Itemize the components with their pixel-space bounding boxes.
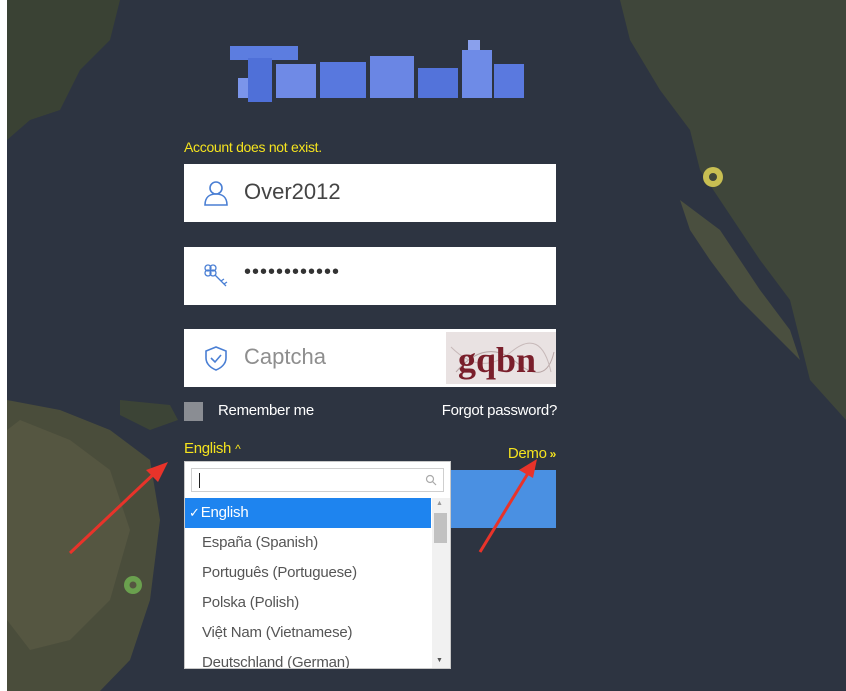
- text-cursor: [199, 473, 200, 488]
- password-value: ••••••••••••: [244, 261, 341, 283]
- error-message: Account does not exist.: [184, 139, 322, 155]
- demo-link[interactable]: Demo»: [507, 445, 557, 462]
- captcha-image[interactable]: gqbn: [446, 332, 556, 384]
- user-icon: [204, 181, 228, 206]
- check-icon: ✓: [189, 505, 200, 520]
- username-field[interactable]: Over2012: [184, 164, 556, 222]
- language-option-english[interactable]: ✓English: [185, 498, 431, 528]
- captcha-field[interactable]: Captcha gqbn: [184, 329, 556, 387]
- chevron-up-icon: ^: [235, 442, 241, 456]
- captcha-placeholder: Captcha: [244, 344, 326, 369]
- shield-check-icon: [205, 346, 227, 371]
- scroll-down-arrow-icon[interactable]: ▼: [436, 657, 443, 664]
- demo-label: Demo: [507, 445, 547, 462]
- username-value: Over2012: [244, 179, 341, 204]
- captcha-text: gqbn: [458, 340, 536, 380]
- brand-logo-pixelated: [230, 40, 524, 102]
- scroll-up-arrow-icon[interactable]: ▲: [436, 500, 443, 507]
- language-option-polish[interactable]: Polska (Polish): [185, 588, 431, 618]
- language-option-list: ✓English España (Spanish) Português (Por…: [185, 498, 431, 668]
- language-label: English: [184, 440, 232, 457]
- double-chevron-right-icon: »: [549, 447, 557, 461]
- login-button[interactable]: [448, 470, 556, 528]
- forgot-password-link[interactable]: Forgot password?: [442, 402, 558, 419]
- key-icon: [204, 264, 228, 287]
- password-field[interactable]: ••••••••••••: [184, 247, 556, 305]
- remember-me-checkbox[interactable]: [184, 402, 203, 421]
- remember-me-label[interactable]: Remember me: [218, 402, 314, 419]
- language-toggle[interactable]: English ^: [184, 440, 241, 457]
- search-icon: [425, 474, 437, 486]
- language-option-spanish[interactable]: España (Spanish): [185, 528, 431, 558]
- language-option-portuguese[interactable]: Português (Portuguese): [185, 558, 431, 588]
- language-option-german[interactable]: Deutschland (German): [185, 648, 431, 668]
- scrollbar-thumb[interactable]: [434, 513, 447, 543]
- window-edge: [0, 0, 7, 691]
- language-option-vietnamese[interactable]: Việt Nam (Vietnamese): [185, 618, 431, 648]
- language-dropdown[interactable]: ✓English España (Spanish) Português (Por…: [184, 461, 451, 669]
- dropdown-scrollbar[interactable]: ▲ ▼: [432, 498, 450, 668]
- language-search-input[interactable]: [191, 468, 444, 492]
